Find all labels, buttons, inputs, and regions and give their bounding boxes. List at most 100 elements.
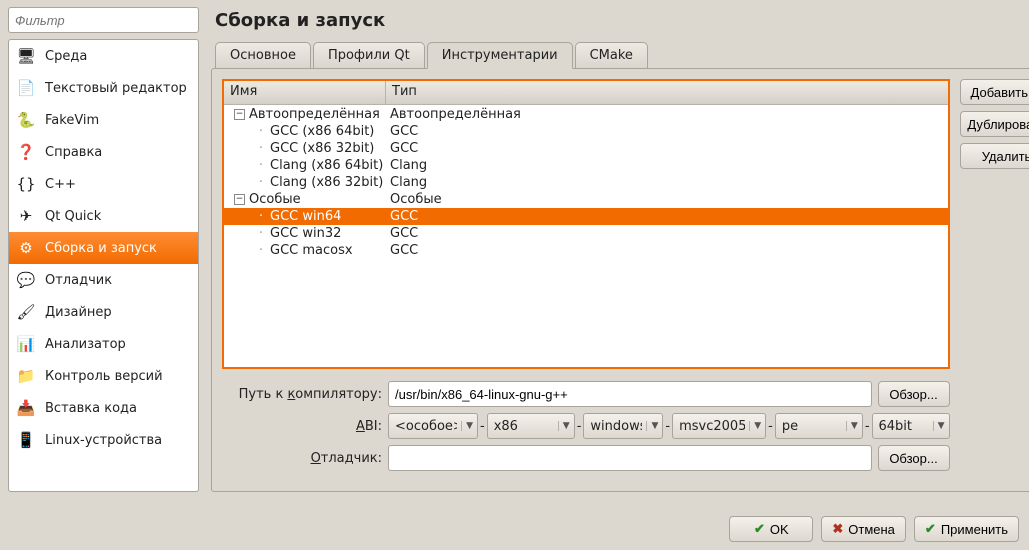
sidebar-item-label: Вставка кода [45, 401, 137, 416]
abi-combo-4[interactable]: pe▼ [775, 413, 863, 439]
tree-row[interactable]: ·GCC macosxGCC [224, 242, 948, 259]
sidebar-item-1[interactable]: 📄Текстовый редактор [9, 72, 198, 104]
sidebar-icon: 📱 [15, 429, 37, 451]
tab-1[interactable]: Профили Qt [313, 42, 425, 69]
sidebar-item-label: Справка [45, 145, 102, 160]
tree-header-type[interactable]: Тип [386, 81, 948, 104]
apply-label: Применить [941, 522, 1008, 537]
tree-row-name: GCC (x86 32bit) [270, 140, 374, 157]
sidebar-item-0[interactable]: 🖥Среда [9, 40, 198, 72]
tab-3[interactable]: CMake [575, 42, 648, 69]
clone-button[interactable]: Дублировать [960, 111, 1029, 137]
tree-row[interactable]: ·Clang (x86 64bit)Clang [224, 157, 948, 174]
tree-body: −АвтоопределённаяАвтоопределённая·GCC (x… [224, 105, 948, 367]
sidebar-icon: 📊 [15, 333, 37, 355]
filter-input[interactable] [8, 7, 199, 33]
debugger-input[interactable] [388, 445, 872, 471]
apply-button[interactable]: ✔ Применить [914, 516, 1019, 542]
compiler-path-input[interactable] [388, 381, 872, 407]
sidebar-item-10[interactable]: 📁Контроль версий [9, 360, 198, 392]
sidebar-item-label: Дизайнер [45, 305, 112, 320]
browse-debugger-button[interactable]: Обзор... [878, 445, 950, 471]
side-buttons: Добавить ▼ Дублировать Удалить [960, 79, 1029, 481]
tree-row-name: Особые [249, 191, 301, 208]
sidebar-icon: 🖌 [15, 301, 37, 323]
tree-row-type: Автоопределённая [388, 106, 948, 123]
sidebar-icon: 📄 [15, 77, 37, 99]
separator: - [863, 419, 872, 434]
tabs: ОсновноеПрофили QtИнструментарииCMake [211, 41, 1029, 68]
tab-0[interactable]: Основное [215, 42, 311, 69]
tree-row-type: GCC [388, 140, 948, 157]
tree-row-type: Особые [388, 191, 948, 208]
sidebar-item-2[interactable]: 🐍FakeVim [9, 104, 198, 136]
sidebar-item-label: C++ [45, 177, 76, 192]
cancel-button[interactable]: ✖ Отмена [821, 516, 906, 542]
toolchain-tree[interactable]: Имя Тип −АвтоопределённаяАвтоопределённа… [222, 79, 950, 369]
tree-row[interactable]: ·Clang (x86 32bit)Clang [224, 174, 948, 191]
tree-row[interactable]: ·GCC win64GCC [224, 208, 948, 225]
ok-button[interactable]: ✔ OK [729, 516, 813, 542]
abi-combo-value: <особое> [395, 419, 457, 434]
chevron-down-icon: ▼ [749, 421, 761, 431]
abi-combo-0[interactable]: <особое> ▼ [388, 413, 478, 439]
tree-row[interactable]: ·GCC (x86 32bit)GCC [224, 140, 948, 157]
sidebar-icon: ✈ [15, 205, 37, 227]
tree-row[interactable]: −ОсобыеОсобые [224, 191, 948, 208]
sidebar-icon: 💬 [15, 269, 37, 291]
tree-row[interactable]: ·GCC win32GCC [224, 225, 948, 242]
tree-row[interactable]: ·GCC (x86 64bit)GCC [224, 123, 948, 140]
tree-row-type: GCC [388, 242, 948, 259]
tree-row-name: Автоопределённая [249, 106, 380, 123]
separator: - [766, 419, 775, 434]
sidebar-item-12[interactable]: 📱 Linux-устройства [9, 424, 198, 456]
chevron-down-icon: ▼ [933, 421, 945, 431]
add-button-label: Добавить [971, 85, 1028, 100]
expander-icon[interactable]: − [234, 194, 245, 205]
delete-button[interactable]: Удалить [960, 143, 1029, 169]
tree-row-name: Clang (x86 32bit) [270, 174, 383, 191]
sidebar-icon: 📥 [15, 397, 37, 419]
tree-row-type: Clang [388, 174, 948, 191]
sidebar-item-5[interactable]: ✈Qt Quick [9, 200, 198, 232]
chevron-down-icon: ▼ [558, 421, 570, 431]
tree-row-name: GCC win32 [270, 225, 341, 242]
sidebar-item-11[interactable]: 📥 Вставка кода [9, 392, 198, 424]
tree-row-name: GCC macosx [270, 242, 353, 259]
sidebar-item-label: Сборка и запуск [45, 241, 157, 256]
sidebar-item-6[interactable]: ⚙Сборка и запуск [9, 232, 198, 264]
separator: - [478, 419, 487, 434]
sidebar-item-4[interactable]: {} C++ [9, 168, 198, 200]
sidebar-item-label: Linux-устройства [45, 433, 162, 448]
tab-2[interactable]: Инструментарии [427, 42, 573, 69]
add-button[interactable]: Добавить ▼ [960, 79, 1029, 105]
sidebar-icon: {} [15, 173, 37, 195]
expander-icon[interactable]: − [234, 109, 245, 120]
abi-combo-value: x86 [494, 419, 554, 434]
tree-row-type: GCC [388, 225, 948, 242]
tab-panel-toolchains: Имя Тип −АвтоопределённаяАвтоопределённа… [211, 68, 1029, 492]
separator: - [575, 419, 584, 434]
tree-row-name: Clang (x86 64bit) [270, 157, 383, 174]
abi-combo-3[interactable]: msvc2005▼ [672, 413, 766, 439]
abi-combo-1[interactable]: x86 ▼ [487, 413, 575, 439]
debugger-label: Отладчик: [222, 451, 382, 466]
abi-combo-5[interactable]: 64bit▼ [872, 413, 950, 439]
sidebar-icon: 🖥 [15, 45, 37, 67]
sidebar-item-9[interactable]: 📊 Анализатор [9, 328, 198, 360]
browse-compiler-button[interactable]: Обзор... [878, 381, 950, 407]
dialog-buttons: ✔ OK ✖ Отмена ✔ Применить [729, 516, 1019, 542]
tree-header-name[interactable]: Имя [224, 81, 386, 104]
sidebar-item-7[interactable]: 💬Отладчик [9, 264, 198, 296]
sidebar-item-label: Анализатор [45, 337, 126, 352]
sidebar-item-label: FakeVim [45, 113, 99, 128]
chevron-down-icon: ▼ [461, 421, 473, 431]
tree-row[interactable]: −АвтоопределённаяАвтоопределённая [224, 106, 948, 123]
sidebar-item-8[interactable]: 🖌 Дизайнер [9, 296, 198, 328]
sidebar-item-3[interactable]: ❓Справка [9, 136, 198, 168]
compiler-path-label: Путь к компилятору: [222, 387, 382, 402]
abi-combo-2[interactable]: windows▼ [583, 413, 663, 439]
sidebar: 🖥Среда📄Текстовый редактор🐍FakeVim❓Справк… [0, 0, 205, 498]
ok-label: OK [770, 522, 789, 537]
cancel-label: Отмена [848, 522, 895, 537]
